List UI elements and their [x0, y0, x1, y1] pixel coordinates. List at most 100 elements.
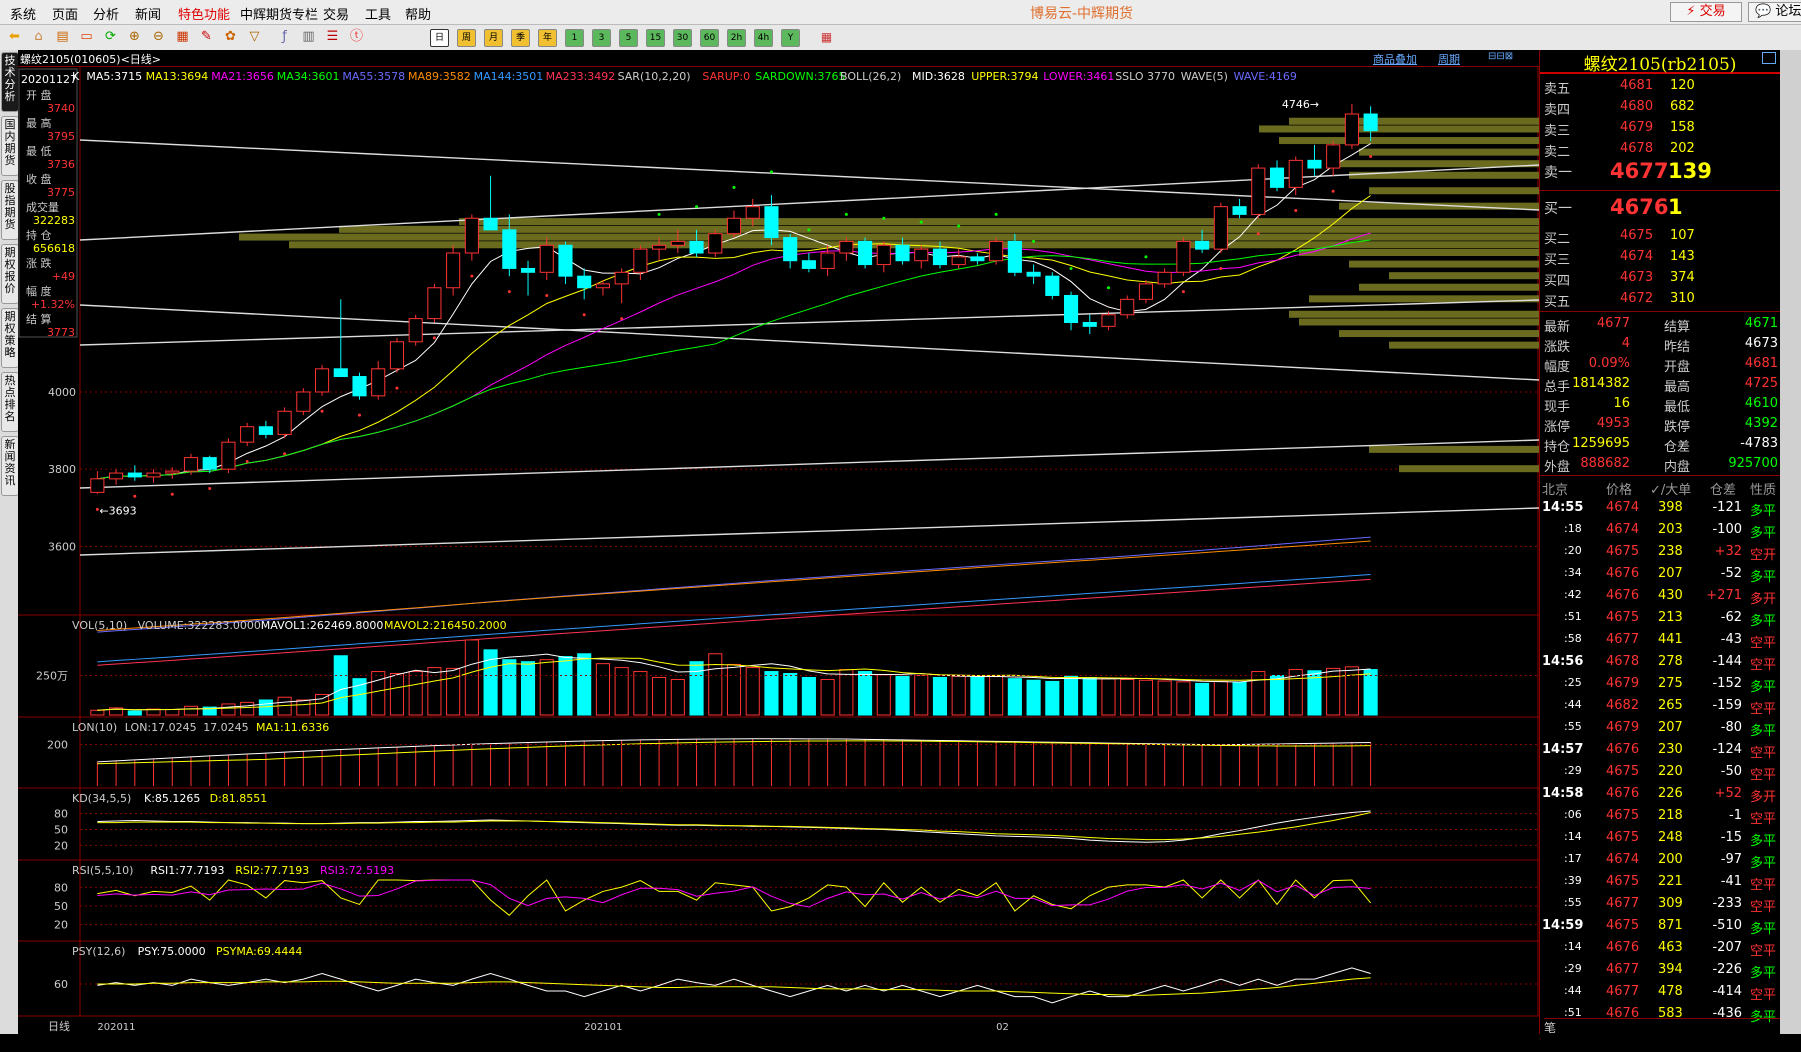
period-button-11[interactable]: 2h	[727, 29, 746, 47]
stat-value-1-b: 4673	[1744, 336, 1778, 351]
tick-time-5: :51	[1564, 610, 1582, 623]
left-tab-1[interactable]: 国内期货	[1, 116, 19, 176]
candle-body	[783, 237, 798, 262]
calendar-icon[interactable]: ▦	[818, 29, 835, 45]
left-tab-2[interactable]: 股指期货	[1, 180, 19, 240]
candle-body	[1326, 144, 1341, 169]
candle-body	[839, 240, 854, 254]
left-tab-4[interactable]: 期权策略	[1, 308, 19, 368]
back-arrow-icon[interactable]: ⬅	[6, 29, 23, 45]
left-tab-5[interactable]: 热点排名	[1, 372, 19, 432]
home-icon[interactable]: ⌂	[30, 29, 47, 45]
menu-item-0[interactable]: 系统	[10, 4, 36, 23]
filter-icon[interactable]: ▽	[246, 29, 263, 45]
table-icon[interactable]: ▥	[300, 29, 317, 45]
bids-row-0: 买一 4676 1	[1540, 195, 1780, 219]
left-tab-3[interactable]: 期权报价	[1, 244, 19, 304]
tick-nature-8: 多平	[1750, 680, 1777, 695]
period-button-2[interactable]: 月	[484, 29, 503, 47]
tick-row-9: :44 4682 265 -159 空平	[1540, 696, 1780, 717]
stat-value-2-b: 4681	[1744, 356, 1778, 371]
chart-area[interactable]: 螺纹2105(010605)<日线> 商品叠加 周期 ⊟⊟⊠ 4000 3800 3…	[18, 50, 1539, 1034]
volume-bar	[90, 709, 105, 716]
tick-price-1: 4674	[1606, 522, 1640, 537]
tick-price-2: 4675	[1606, 544, 1640, 559]
menu-item-1[interactable]: 页面	[52, 4, 78, 23]
period-button-4[interactable]: 年	[538, 29, 557, 47]
candle-body	[1213, 206, 1228, 250]
volume-profile-bar	[1299, 249, 1539, 256]
stat-value-7-b: 925700	[1728, 456, 1778, 471]
y-tick-main-2: 3600	[48, 540, 76, 553]
tick-row-22: :44 4677 478 -414 空平	[1540, 982, 1780, 1003]
stat-value-6-b: -4783	[1740, 436, 1778, 451]
right-scrollbar[interactable]	[1780, 50, 1801, 1034]
candle-body	[689, 240, 704, 254]
volume-profile-bar	[1339, 330, 1539, 338]
bids-label-3: 买四	[1544, 274, 1571, 289]
tick-nature-19: 多平	[1750, 922, 1777, 937]
tick-nature-22: 空平	[1750, 988, 1777, 1003]
candle-body	[1045, 275, 1060, 296]
period-button-13[interactable]: Y	[781, 29, 800, 47]
period-button-1[interactable]: 周	[457, 29, 476, 47]
stat-value-0-a: 4677	[1596, 316, 1630, 331]
volume-bar	[520, 661, 536, 716]
menu-item-4[interactable]: 特色功能	[178, 4, 230, 23]
quote-menu-icon[interactable]	[1762, 52, 1776, 64]
folder-icon[interactable]: ▭	[78, 29, 95, 45]
ma-legend-5: MA55:3578	[342, 70, 405, 83]
asks-row-2: 卖三 4679 158	[1540, 118, 1780, 139]
equalizer-icon[interactable]: ☰	[324, 29, 341, 45]
color-icon[interactable]: ✿	[222, 29, 239, 45]
layout-icon[interactable]: ▦	[174, 29, 191, 45]
zoom-in-icon[interactable]: ⊕	[126, 29, 143, 45]
left-tab-0[interactable]: 技术分析	[1, 52, 19, 112]
menu-item-7[interactable]: 工具	[365, 4, 391, 23]
period-button-5[interactable]: 1	[565, 29, 584, 47]
asks-label-1: 卖四	[1544, 103, 1571, 118]
bids-row-2: 买三 4674 143	[1540, 247, 1780, 268]
trade-button[interactable]: ⚡ 交易	[1670, 2, 1742, 22]
menu-item-3[interactable]: 新闻	[135, 4, 161, 23]
menu-item-2[interactable]: 分析	[93, 4, 119, 23]
forum-button[interactable]: 💬 论坛	[1748, 2, 1801, 22]
draw-icon[interactable]: ✎	[198, 29, 215, 45]
period-button-0[interactable]: 日	[430, 29, 449, 47]
period-button-7[interactable]: 5	[619, 29, 638, 47]
menu-item-8[interactable]: 帮助	[405, 4, 431, 23]
menu-item-5[interactable]: 中辉期货专栏	[240, 4, 318, 23]
tick-icon[interactable]: ⓣ	[348, 29, 365, 45]
ma-legend-6: MA89:3582	[408, 70, 471, 83]
volume-bar	[652, 676, 667, 716]
sar-dot	[769, 170, 773, 174]
tick-row-21: :29 4677 394 -226 多平	[1540, 960, 1780, 981]
period-button-3[interactable]: 季	[511, 29, 530, 47]
stat-label-2-a: 幅度	[1544, 360, 1571, 375]
open-icon[interactable]: ▤	[54, 29, 71, 45]
ma-legend-18: WAVE:4169	[1234, 70, 1297, 83]
refresh-icon[interactable]: ⟳	[102, 29, 119, 45]
period-button-8[interactable]: 15	[646, 29, 665, 47]
volume-bar	[221, 703, 236, 716]
period-button-12[interactable]: 4h	[754, 29, 773, 47]
trend-line-5	[79, 507, 1539, 556]
zoom-out-icon[interactable]: ⊖	[150, 29, 167, 45]
tick-price-16: 4674	[1606, 852, 1640, 867]
period-button-9[interactable]: 30	[673, 29, 692, 47]
tick-row-10: :55 4679 207 -80 多平	[1540, 718, 1780, 739]
tick-header-3: 仓差	[1710, 483, 1737, 498]
left-tab-6[interactable]: 新闻资讯	[1, 436, 19, 496]
rsi-legend-2: RSI2:77.7193	[235, 864, 309, 877]
bids-price-3: 4673	[1620, 270, 1654, 285]
info-value-6: +49	[52, 270, 75, 283]
period-button-6[interactable]: 3	[592, 29, 611, 47]
menu-item-6[interactable]: 交易	[323, 4, 349, 23]
tick-nature-15: 多平	[1750, 834, 1777, 849]
tick-time-3: :34	[1564, 566, 1582, 579]
formula-icon[interactable]: ƒ	[276, 29, 293, 45]
sar-dot	[1331, 189, 1335, 193]
stat-row-3: 总手 1814382 最高 4725	[1540, 374, 1780, 395]
tick-diff-5: -62	[1720, 610, 1742, 625]
period-button-10[interactable]: 60	[700, 29, 719, 47]
